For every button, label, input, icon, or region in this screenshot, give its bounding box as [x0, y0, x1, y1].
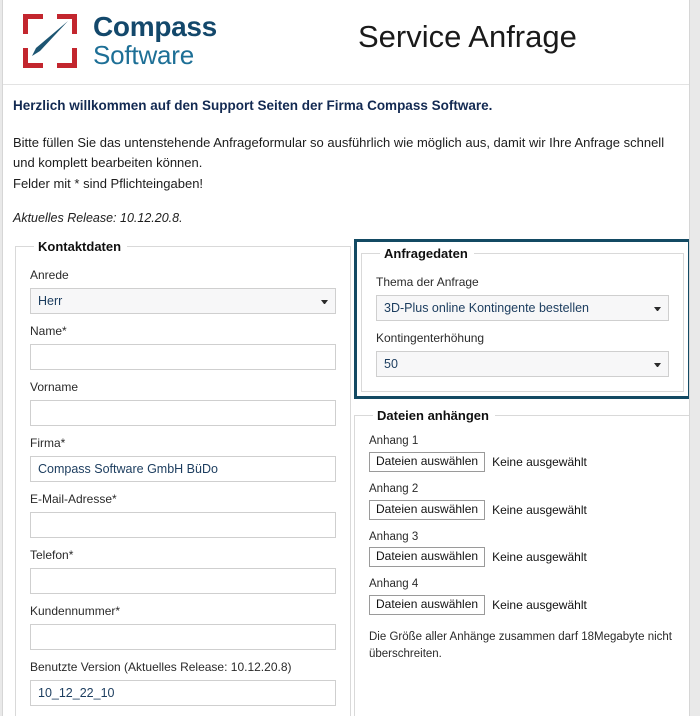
page-header: Compass Software Service Anfrage	[3, 0, 689, 85]
contact-legend: Kontaktdaten	[38, 238, 122, 254]
field-firma: Firma* Compass Software GmbH BüDo	[30, 436, 336, 482]
brand-wordmark: Compass Software	[93, 13, 217, 68]
attachment-1-control: Dateien auswählen Keine ausgewählt	[369, 451, 676, 472]
attachment-4-label: Anhang 4	[369, 578, 419, 591]
attachment-3-choose-button[interactable]: Dateien auswählen	[369, 547, 486, 568]
attachment-4-control: Dateien auswählen Keine ausgewählt	[369, 595, 676, 616]
input-benutzte-version[interactable]: 10_12_22_10	[30, 679, 336, 706]
select-thema-der-anfrage[interactable]: 3D-Plus online Kontingente bestellen	[376, 294, 669, 321]
label-thema-der-anfrage: Thema der Anfrage	[376, 274, 479, 289]
welcome-heading: Herzlich willkommen auf den Support Seit…	[13, 98, 493, 113]
label-name: Name*	[30, 323, 67, 338]
attachment-1-status: Keine ausgewählt	[492, 454, 587, 469]
request-fieldset: Anfragedaten Thema der Anfrage 3D-Plus o…	[361, 245, 684, 392]
attachments-size-note: Die Größe aller Anhänge zusammen darf 18…	[369, 631, 672, 660]
attachment-3-status: Keine ausgewählt	[492, 550, 587, 565]
label-vorname: Vorname	[30, 379, 79, 394]
request-highlight-frame: Anfragedaten Thema der Anfrage 3D-Plus o…	[354, 238, 689, 399]
request-legend: Anfragedaten	[384, 245, 468, 261]
current-release-text: Aktuelles Release: 10.12.20.8.	[13, 210, 183, 225]
brand-name-line2: Software	[93, 40, 195, 71]
form-columns: Kontaktdaten Anrede Herr Name* Vorname F…	[3, 238, 689, 716]
attachment-2-control: Dateien auswählen Keine ausgewählt	[369, 499, 676, 520]
input-firma[interactable]: Compass Software GmbH BüDo	[30, 455, 336, 482]
field-vorname: Vorname	[30, 380, 336, 426]
attachment-row-4: Anhang 4 Dateien auswählen Keine ausgewä…	[369, 578, 676, 616]
field-benutzte-version: Benutzte Version (Aktuelles Release: 10.…	[30, 660, 336, 706]
label-email: E-Mail-Adresse*	[30, 491, 117, 506]
attachment-3-control: Dateien auswählen Keine ausgewählt	[369, 547, 676, 568]
intro-paragraph: Bitte füllen Sie das untenstehende Anfra…	[13, 134, 665, 170]
input-name[interactable]	[30, 343, 336, 370]
input-vorname[interactable]	[30, 399, 336, 426]
compass-software-logo-icon	[19, 10, 81, 72]
page-title: Service Anfrage	[358, 19, 577, 54]
attachment-row-3: Anhang 3 Dateien auswählen Keine ausgewä…	[369, 531, 676, 568]
brand-logo: Compass Software	[19, 10, 217, 72]
brand-name-line1: Compass	[93, 11, 217, 43]
required-fields-note: Felder mit * sind Pflichteingaben!	[13, 175, 204, 191]
page-root: Compass Software Service Anfrage Herzlic…	[0, 0, 700, 716]
label-kundennummer: Kundennummer*	[30, 603, 121, 618]
label-anrede: Anrede	[30, 267, 69, 282]
field-kundennummer: Kundennummer*	[30, 604, 336, 650]
attachment-1-choose-button[interactable]: Dateien auswählen	[369, 451, 486, 472]
input-telefon[interactable]	[30, 567, 336, 594]
chevron-down-icon	[654, 306, 661, 311]
select-thema-value: 3D-Plus online Kontingente bestellen	[384, 300, 589, 315]
attachment-row-2: Anhang 2 Dateien auswählen Keine ausgewä…	[369, 483, 676, 520]
label-firma: Firma*	[30, 435, 66, 450]
select-kontingenterhoehung[interactable]: 50	[376, 350, 669, 377]
input-email[interactable]	[30, 511, 336, 538]
field-anrede: Anrede Herr	[30, 268, 336, 314]
panel-gap	[354, 399, 689, 408]
attachments-fieldset: Dateien anhängen Anhang 1 Dateien auswäh…	[354, 407, 689, 716]
select-anrede-value: Herr	[38, 293, 63, 308]
attachment-4-status: Keine ausgewählt	[492, 598, 587, 613]
attachment-1-label: Anhang 1	[369, 434, 419, 447]
chevron-down-icon	[654, 362, 661, 367]
attachment-2-choose-button[interactable]: Dateien auswählen	[369, 499, 486, 520]
page-content: Compass Software Service Anfrage Herzlic…	[2, 0, 690, 716]
attachment-3-label: Anhang 3	[369, 530, 419, 543]
label-benutzte-version: Benutzte Version (Aktuelles Release: 10.…	[30, 659, 292, 674]
select-kontingenterhoehung-value: 50	[384, 356, 398, 371]
intro-section: Herzlich willkommen auf den Support Seit…	[3, 85, 689, 225]
field-thema-der-anfrage: Thema der Anfrage 3D-Plus online Konting…	[376, 275, 669, 321]
field-telefon: Telefon*	[30, 548, 336, 594]
field-email: E-Mail-Adresse*	[30, 492, 336, 538]
attachment-2-status: Keine ausgewählt	[492, 502, 587, 517]
contact-fieldset: Kontaktdaten Anrede Herr Name* Vorname F…	[15, 238, 351, 716]
attachments-legend: Dateien anhängen	[377, 407, 489, 423]
label-telefon: Telefon*	[30, 547, 74, 562]
contact-column: Kontaktdaten Anrede Herr Name* Vorname F…	[3, 238, 351, 716]
label-kontingenterhoehung: Kontingenterhöhung	[376, 330, 485, 345]
attachment-2-label: Anhang 2	[369, 482, 419, 495]
select-anrede[interactable]: Herr	[30, 287, 336, 314]
attachment-4-choose-button[interactable]: Dateien auswählen	[369, 595, 486, 616]
request-column: Anfragedaten Thema der Anfrage 3D-Plus o…	[351, 238, 689, 716]
chevron-down-icon	[321, 299, 328, 304]
attachments-bottom-spacer	[369, 663, 676, 715]
field-name: Name*	[30, 324, 336, 370]
input-kundennummer[interactable]	[30, 623, 336, 650]
field-kontingenterhoehung: Kontingenterhöhung 50	[376, 331, 669, 377]
attachment-row-1: Anhang 1 Dateien auswählen Keine ausgewä…	[369, 435, 676, 472]
